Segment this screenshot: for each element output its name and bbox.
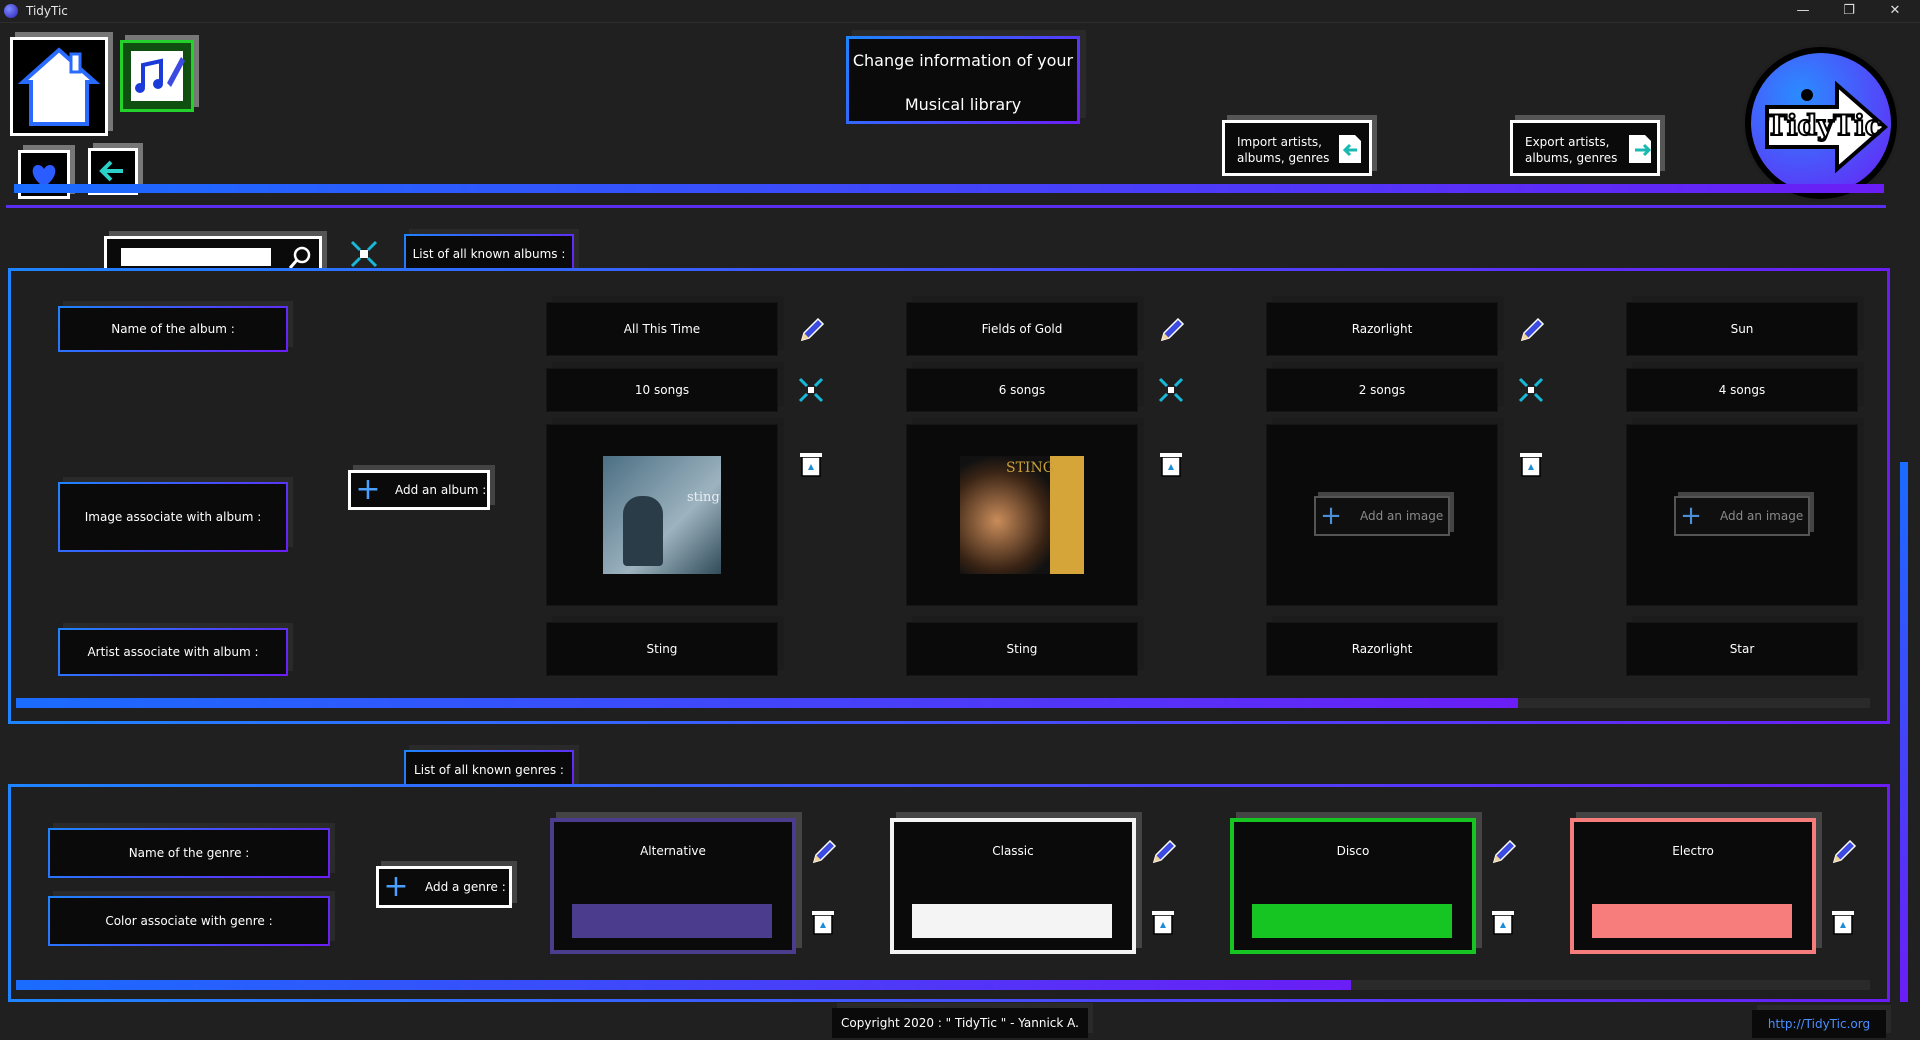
album-songs-cell: 4 songs [1626,368,1858,412]
album-search-input[interactable] [121,248,271,266]
album-songs-cell: 6 songs [906,368,1138,412]
collapse-albums-icon[interactable] [348,238,380,270]
genre-color-swatch [1252,904,1452,938]
trash-icon[interactable] [1828,906,1858,936]
genre-card[interactable]: Electro [1570,818,1816,954]
album-image-cell: sting [546,424,778,606]
album-name-cell: Sun [1626,302,1858,356]
genre-name-row-label: Name of the genre : [48,828,330,878]
home-button[interactable] [10,37,108,136]
page-title: Change information of your Musical libra… [846,36,1080,124]
close-button[interactable]: ✕ [1872,0,1918,23]
genre-name: Electro [1672,844,1714,858]
album-artist-cell: Star [1626,622,1858,676]
genre-color-swatch [912,904,1112,938]
export-button[interactable]: Export artists, albums, genres [1510,120,1660,176]
album-name-row-label: Name of the album : [58,306,288,352]
genre-card[interactable]: Classic [890,818,1136,954]
window-titlebar: TidyTic — ❐ ✕ [0,0,1920,23]
header-panel-edge [6,200,1886,208]
album-name-cell: Razorlight [1266,302,1498,356]
plus-icon: + [355,472,381,507]
album-songs-cell: 10 songs [546,368,778,412]
page-title-line1: Change information of your [852,51,1074,70]
add-album-button[interactable]: + Add an album : [348,470,490,510]
plus-icon: + [1320,501,1342,531]
album-artist-cell: Sting [906,622,1138,676]
minimize-button[interactable]: — [1780,0,1826,23]
export-file-icon [1629,135,1652,163]
album-name-cell: All This Time [546,302,778,356]
pencil-icon[interactable] [1488,838,1518,868]
add-genre-button[interactable]: + Add a genre : [376,866,512,908]
add-genre-label: Add a genre : [425,880,506,894]
tidytic-logo[interactable]: TidyTic [1742,44,1900,202]
genre-name: Alternative [640,844,706,858]
expand-icon[interactable] [796,375,826,405]
genre-color-swatch [572,904,772,938]
import-button[interactable]: Import artists, albums, genres [1222,120,1372,176]
genre-color-row-label: Color associate with genre : [48,896,330,946]
album-image-row-label: Image associate with album : [58,482,288,552]
genre-name: Classic [992,844,1034,858]
import-label-2: albums, genres [1237,151,1330,165]
plus-icon: + [383,869,409,904]
add-image-label: Add an image [1720,509,1804,523]
trash-icon[interactable] [1156,448,1186,478]
genre-card[interactable]: Disco [1230,818,1476,954]
trash-icon[interactable] [1148,906,1178,936]
website-link[interactable]: http://TidyTic.org [1752,1010,1886,1038]
expand-icon[interactable] [1156,375,1186,405]
plus-icon: + [1680,501,1702,531]
album-name-cell: Fields of Gold [906,302,1138,356]
trash-icon[interactable] [808,906,838,936]
add-image-button[interactable]: + Add an image [1674,496,1810,536]
pencil-icon[interactable] [1828,838,1858,868]
expand-icon[interactable] [1516,375,1546,405]
pencil-icon[interactable] [1516,316,1546,346]
pencil-icon[interactable] [808,838,838,868]
albums-scrollbar-thumb[interactable] [16,698,1518,708]
logo-text: TidyTic [1765,108,1883,143]
export-label-1: Export artists, [1525,135,1610,149]
album-songs-cell: 2 songs [1266,368,1498,412]
album-artist-cell: Razorlight [1266,622,1498,676]
trash-icon[interactable] [1488,906,1518,936]
import-file-icon [1339,135,1361,163]
add-image-label: Add an image [1360,509,1444,523]
page-title-line2: Musical library [904,95,1022,114]
album-artist-cell: Sting [546,622,778,676]
music-edit-button[interactable] [120,40,194,112]
pencil-icon[interactable] [1148,838,1178,868]
album-cover-image: STING [960,456,1084,574]
pencil-icon[interactable] [1156,316,1186,346]
album-artist-row-label: Artist associate with album : [58,628,288,676]
music-edit-icon [131,51,185,101]
album-image-cell: STING [906,424,1138,606]
restore-button[interactable]: ❐ [1826,0,1872,23]
app-icon [4,4,18,18]
genre-name: Disco [1336,844,1370,858]
trash-icon[interactable] [796,448,826,478]
export-label-2: albums, genres [1525,151,1618,165]
home-icon [17,47,101,126]
copyright-text: Copyright 2020 : " TidyTic " - Yannick A… [832,1008,1088,1038]
window-title: TidyTic [26,4,68,18]
header-divider [14,184,1884,193]
add-album-label: Add an album : [395,483,487,497]
trash-icon[interactable] [1516,448,1546,478]
genres-scrollbar-thumb[interactable] [16,980,1351,990]
genre-color-swatch [1592,904,1792,938]
pencil-icon[interactable] [796,316,826,346]
page-scrollbar-thumb[interactable] [1900,462,1908,1002]
album-cover-image: sting [603,456,721,574]
add-image-button[interactable]: + Add an image [1314,496,1450,536]
genre-card[interactable]: Alternative [550,818,796,954]
import-label-1: Import artists, [1237,135,1322,149]
